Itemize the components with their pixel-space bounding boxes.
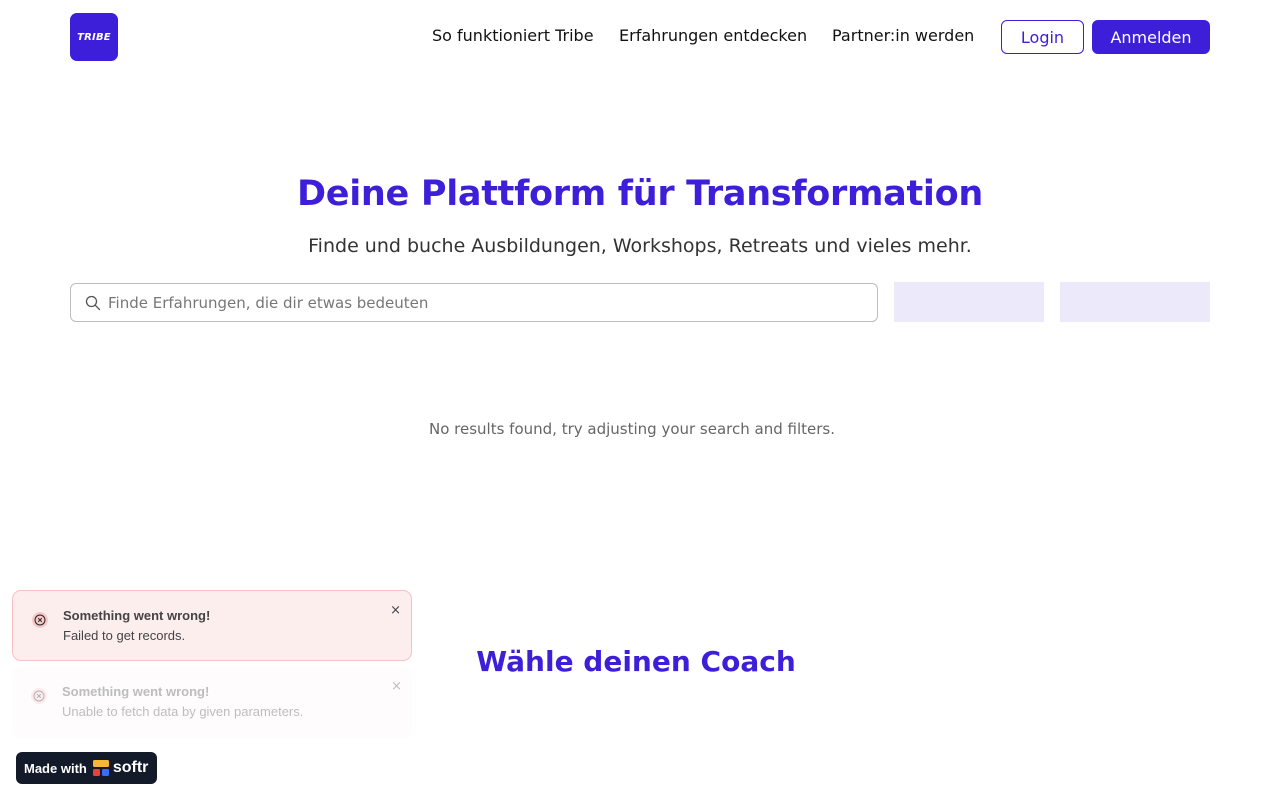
filter-dropdown-1[interactable] [894,282,1044,322]
error-circle-icon [32,612,48,628]
close-icon[interactable]: × [390,603,401,618]
error-circle-icon [31,688,47,704]
error-toast: Something went wrong! Failed to get reco… [12,590,412,661]
toast-title: Something went wrong! [62,684,210,699]
tribe-logo[interactable]: TRIBE [70,13,118,61]
search-bar [70,283,878,322]
made-with-softr-badge[interactable]: Made with softr [16,752,157,784]
header: TRIBE So funktioniert Tribe Erfahrungen … [0,0,1280,74]
signup-button[interactable]: Anmelden [1092,20,1210,54]
page: TRIBE So funktioniert Tribe Erfahrungen … [0,0,1280,800]
filter-dropdown-2[interactable] [1060,282,1210,322]
toast-message: Failed to get records. [63,628,186,643]
nav-partner-werden[interactable]: Partner:in werden [832,26,974,45]
login-button[interactable]: Login [1001,20,1084,54]
nav-so-funktioniert[interactable]: So funktioniert Tribe [432,26,594,45]
nav-erfahrungen-entdecken[interactable]: Erfahrungen entdecken [619,26,807,45]
softr-logo-icon [92,760,109,776]
badge-brand: softr [112,759,149,776]
search-icon [85,295,101,311]
error-toast: Something went wrong! Unable to fetch da… [12,667,412,738]
hero-title: Deine Plattform für Transformation [297,174,983,214]
hero-subtitle: Finde und buche Ausbildungen, Workshops,… [308,235,972,257]
toast-message: Unable to fetch data by given parameters… [62,704,304,719]
toast-title: Something went wrong! [63,608,211,623]
no-results-message: No results found, try adjusting your sea… [428,420,835,438]
close-icon[interactable]: × [391,679,402,694]
logo-text: TRIBE [77,31,111,43]
badge-made-with: Made with [24,760,87,776]
search-input[interactable] [108,284,868,321]
